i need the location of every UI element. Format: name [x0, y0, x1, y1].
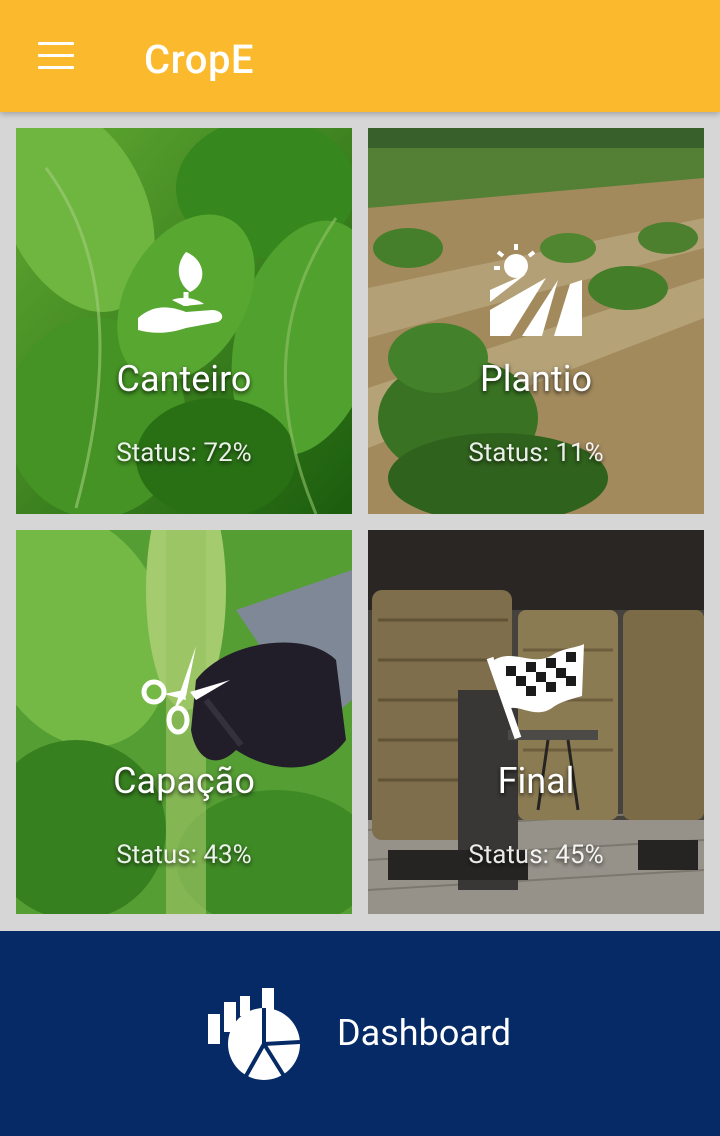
- status-value: 72%: [203, 438, 252, 468]
- tile-title: Plantio: [480, 358, 592, 400]
- status-value: 43%: [203, 840, 252, 870]
- sun-field-icon: [490, 244, 582, 336]
- tile-status: Status: 11%: [368, 438, 704, 468]
- checkered-flag-icon: [486, 644, 584, 740]
- tile-final[interactable]: Final Status: 45%: [368, 530, 704, 914]
- tile-title: Final: [497, 760, 575, 802]
- scissors-icon: [141, 646, 230, 735]
- tile-capacao[interactable]: Capação Status: 43%: [16, 530, 352, 914]
- status-value: 11%: [555, 438, 604, 468]
- dashboard-label[interactable]: Dashboard: [337, 1012, 511, 1054]
- tile-canteiro[interactable]: Canteiro Status: 72%: [16, 128, 352, 514]
- app-title: CropE: [144, 36, 255, 83]
- status-label: Status:: [116, 438, 197, 468]
- tile-status: Status: 43%: [16, 840, 352, 870]
- status-label: Status:: [468, 438, 549, 468]
- tile-status: Status: 72%: [16, 438, 352, 468]
- tile-plantio[interactable]: Plantio Status: 11%: [368, 128, 704, 514]
- app-bar: CropE: [0, 0, 720, 112]
- tile-title: Capação: [113, 760, 255, 802]
- status-value: 45%: [555, 840, 604, 870]
- hamburger-menu-icon[interactable]: [38, 42, 74, 70]
- status-label: Status:: [468, 840, 549, 870]
- seedling-hand-icon: [138, 252, 223, 333]
- status-label: Status:: [116, 840, 197, 870]
- tile-title: Canteiro: [116, 358, 252, 400]
- tile-status: Status: 45%: [368, 840, 704, 870]
- pie-chart-icon: [208, 988, 301, 1080]
